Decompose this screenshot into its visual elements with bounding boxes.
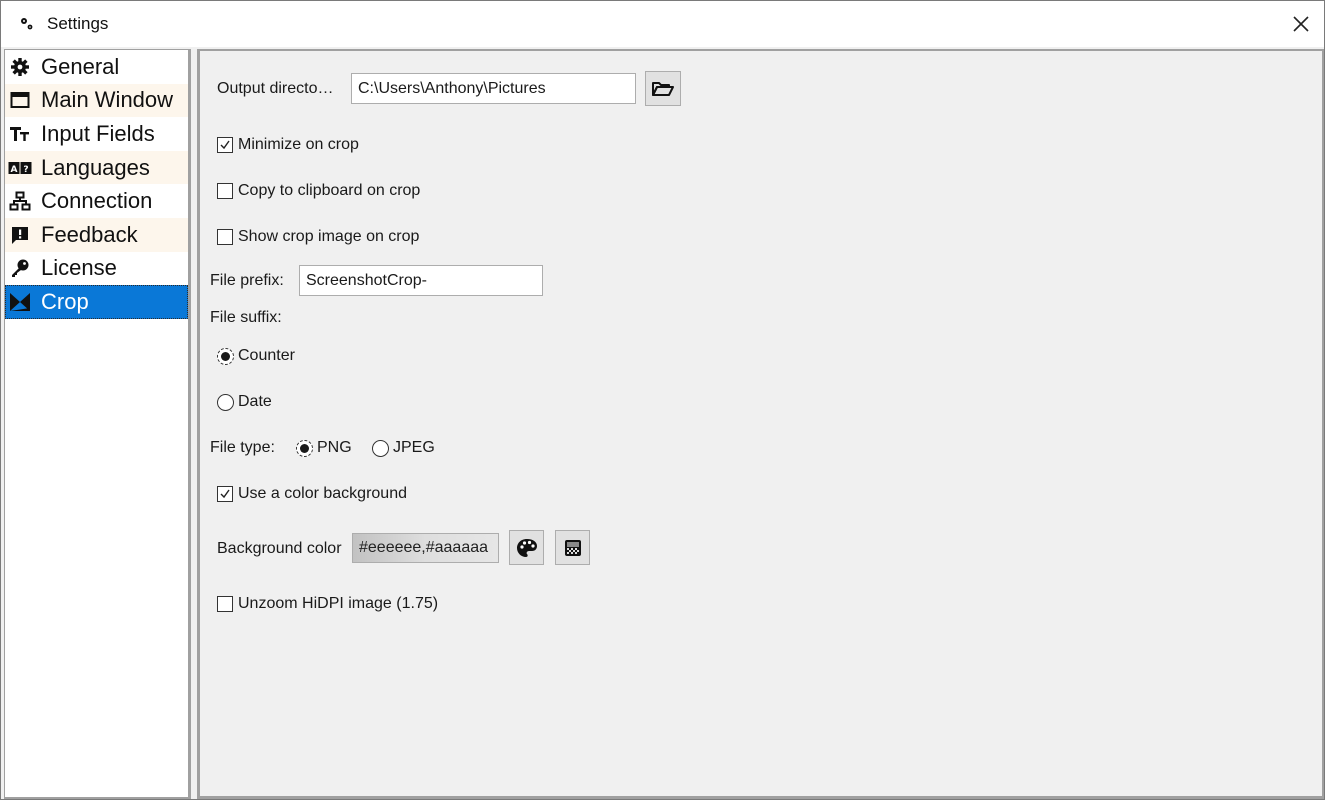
sidebar-item-feedback[interactable]: Feedback [5, 217, 188, 252]
sidebar-item-label: Languages [41, 154, 150, 180]
sidebar-item-crop[interactable]: Crop [5, 285, 188, 319]
browse-directory-button[interactable] [645, 71, 681, 106]
key-icon [8, 257, 32, 279]
background-color-input[interactable]: #eeeeee,#aaaaaa [352, 533, 499, 563]
crop-icon [8, 291, 32, 313]
radio-label: JPEG [393, 439, 435, 456]
radio-button[interactable] [217, 393, 234, 411]
suffix-date-radio[interactable]: Date [217, 393, 272, 411]
palette-icon [516, 538, 537, 557]
pick-color-button[interactable] [509, 530, 544, 565]
copy-to-clipboard-checkbox[interactable]: Copy to clipboard on crop [217, 182, 420, 200]
checkbox-label: Unzoom HiDPI image (1.75) [238, 595, 439, 612]
radio-button[interactable] [296, 439, 313, 457]
radio-label: Counter [238, 347, 295, 364]
checkbox-box[interactable] [217, 183, 233, 199]
close-icon [1293, 16, 1309, 32]
checkbox-box[interactable] [217, 596, 233, 612]
svg-text:A: A [11, 165, 18, 175]
radio-button[interactable] [372, 439, 389, 457]
network-icon [8, 190, 32, 212]
sidebar-item-label: Feedback [41, 221, 138, 247]
radio-button[interactable] [217, 347, 234, 365]
filetype-jpeg-radio[interactable]: JPEG [372, 439, 435, 457]
use-color-background-checkbox[interactable]: Use a color background [217, 485, 407, 503]
pattern-icon [564, 539, 581, 556]
output-directory-label: Output directo… [217, 80, 334, 97]
sidebar-item-label: Crop [41, 288, 89, 314]
sidebar-item-label: Main Window [41, 87, 174, 113]
translate-icon: A ? [8, 157, 32, 179]
sidebar-item-connection[interactable]: Connection [5, 184, 188, 218]
background-color-label: Background color [217, 540, 342, 557]
text-size-icon [8, 123, 32, 145]
checkbox-label: Copy to clipboard on crop [238, 182, 421, 199]
pick-pattern-button[interactable] [555, 530, 590, 565]
sidebar-item-license[interactable]: License [5, 252, 188, 286]
settings-category-list[interactable]: General Main Window Input Fields A ? Lan… [4, 49, 191, 799]
title-bar: Settings [1, 1, 1324, 47]
sidebar-item-label: Connection [41, 188, 153, 214]
minimize-on-crop-checkbox[interactable]: Minimize on crop [217, 136, 359, 154]
radio-dot [221, 351, 230, 361]
sidebar-item-label: License [41, 255, 117, 281]
close-button[interactable] [1278, 1, 1324, 47]
gear-icon [8, 56, 32, 78]
sidebar-item-label: Input Fields [41, 120, 155, 146]
checkbox-label: Show crop image on crop [238, 228, 420, 245]
checkbox-box[interactable] [217, 486, 233, 502]
folder-open-icon [652, 81, 674, 96]
checkbox-box[interactable] [217, 229, 233, 245]
svg-text:?: ? [23, 165, 28, 175]
checkmark-icon [220, 140, 230, 150]
checkbox-box[interactable] [217, 137, 233, 153]
crop-settings-panel: Output directo… C:\Users\Anthony\Picture… [197, 49, 1324, 799]
feedback-icon [8, 224, 32, 246]
sidebar-item-general[interactable]: General [5, 50, 188, 84]
settings-window: Settings General Main Window Input Field… [0, 0, 1325, 800]
output-directory-input[interactable]: C:\Users\Anthony\Pictures [351, 73, 636, 104]
checkmark-icon [220, 489, 230, 499]
filetype-png-radio[interactable]: PNG [296, 439, 352, 457]
file-prefix-label: File prefix: [210, 272, 284, 289]
file-prefix-input[interactable]: ScreenshotCrop- [299, 265, 543, 296]
settings-gears-icon [21, 18, 33, 30]
checkbox-label: Minimize on crop [238, 136, 359, 153]
checkbox-label: Use a color background [238, 485, 407, 502]
show-crop-image-checkbox[interactable]: Show crop image on crop [217, 228, 419, 246]
unzoom-hidpi-checkbox[interactable]: Unzoom HiDPI image (1.75) [217, 595, 438, 613]
sidebar-item-main-window[interactable]: Main Window [5, 83, 188, 118]
radio-label: PNG [317, 439, 352, 456]
file-type-label: File type: [210, 439, 275, 456]
suffix-counter-radio[interactable]: Counter [217, 347, 295, 365]
window-icon [8, 89, 32, 111]
sidebar-item-input-fields[interactable]: Input Fields [5, 117, 188, 151]
sidebar-item-languages[interactable]: A ? Languages [5, 150, 188, 185]
radio-dot [300, 443, 309, 453]
sidebar-item-label: General [41, 53, 120, 79]
file-suffix-label: File suffix: [210, 309, 282, 326]
radio-label: Date [238, 393, 272, 410]
window-title: Settings [47, 14, 109, 33]
